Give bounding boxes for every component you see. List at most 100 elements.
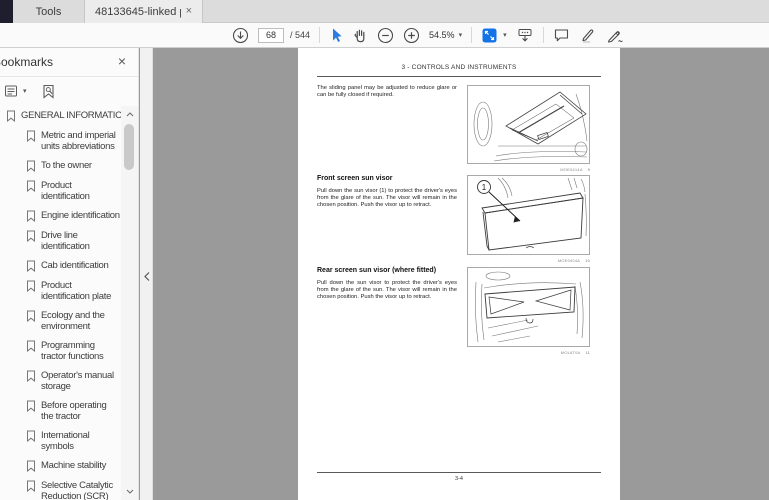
bookmark-item[interactable]: GENERAL INFORMATION: [0, 106, 121, 126]
bookmark-icon: [26, 160, 36, 172]
bookmark-item[interactable]: Ecology and the environment: [0, 306, 121, 336]
scroll-up-icon[interactable]: [121, 108, 138, 121]
bookmark-options-icon[interactable]: ▾: [4, 84, 27, 98]
figure-front-sun-visor: 1: [467, 175, 590, 255]
chevron-down-icon: ▾: [458, 32, 463, 39]
hand-tool-icon[interactable]: [352, 25, 368, 45]
bookmark-label: Cab identification: [41, 260, 109, 271]
toolbar-separator: [319, 27, 321, 43]
scrollbar-thumb[interactable]: [124, 124, 134, 170]
bookmark-label: International symbols: [41, 430, 90, 452]
front-visor-paragraph: Pull down the sun visor (1) to protect t…: [317, 188, 457, 209]
chevron-down-icon: ▾: [503, 32, 507, 39]
figure-rear-sun-visor: [467, 267, 590, 347]
toolbar-separator: [542, 27, 544, 43]
bookmark-label: To the owner: [41, 160, 92, 171]
fit-page-dropdown[interactable]: ▾: [481, 25, 507, 45]
zoom-level-dropdown[interactable]: 54.5% ▾: [429, 25, 462, 45]
bookmarks-header: Bookmarks ×: [0, 48, 138, 77]
bookmark-icon: [26, 310, 36, 332]
bookmark-icon: [26, 370, 36, 392]
bookmark-list: GENERAL INFORMATION Metric and imperial …: [0, 106, 121, 500]
figure-sliding-roof-panel: [467, 85, 590, 164]
bookmark-item[interactable]: Operator's manual storage: [0, 366, 121, 396]
bookmark-item[interactable]: Product identification: [0, 176, 121, 206]
tab-bar: Tools 48133645-linked pd... ×: [0, 0, 769, 23]
app-corner-fragment: [0, 0, 13, 23]
page-scroll-mode-icon[interactable]: [516, 25, 534, 45]
bookmark-label: Before operating the tractor: [41, 400, 107, 422]
chevron-down-icon: ▾: [23, 88, 27, 95]
zoom-in-icon[interactable]: [403, 25, 420, 45]
bookmark-label: Operator's manual storage: [41, 370, 114, 392]
bookmark-item[interactable]: Cab identification: [0, 256, 121, 276]
page-running-header: 3 - CONTROLS AND INSTRUMENTS: [401, 64, 517, 71]
select-tool-icon[interactable]: [329, 25, 343, 45]
zoom-out-icon[interactable]: [377, 25, 394, 45]
bookmark-label: Ecology and the environment: [41, 310, 105, 332]
bookmarks-scrollbar[interactable]: [121, 106, 138, 500]
comment-icon[interactable]: [553, 25, 570, 45]
footer-rule: [317, 472, 601, 473]
bookmark-item[interactable]: Selective Catalytic Reduction (SCR) syst…: [0, 476, 121, 500]
bookmark-item[interactable]: International symbols: [0, 426, 121, 456]
page-number-input[interactable]: 68: [258, 27, 284, 43]
figure-callout-1: 1: [482, 183, 487, 192]
bookmark-icon: [26, 430, 36, 452]
bookmark-label: Metric and imperial units abbreviations: [41, 130, 116, 152]
bookmark-icon: [26, 460, 36, 472]
bookmark-item[interactable]: Before operating the tractor: [0, 396, 121, 426]
bookmarks-toolbar: ▾: [0, 77, 138, 105]
bookmark-label: GENERAL INFORMATION: [21, 110, 121, 121]
bookmark-label: Selective Catalytic Reduction (SCR) syst…: [41, 480, 113, 500]
bookmark-label: Product identification: [41, 180, 90, 202]
acrobat-window: Tools 48133645-linked pd... × 68 / 544: [0, 0, 769, 500]
bookmarks-panel: Bookmarks × ▾ GENERAL INFORMATION Metric…: [0, 48, 139, 500]
bookmark-label: Programming tractor functions: [41, 340, 104, 362]
bookmark-label: Product identification plate: [41, 280, 112, 302]
bookmark-label: Engine identification: [41, 210, 120, 221]
bookmark-icon: [26, 230, 36, 252]
section-heading-rear-visor: Rear screen sun visor (where fitted): [317, 267, 437, 274]
highlighter-icon[interactable]: [579, 25, 597, 45]
page-number-footer: 3-4: [455, 476, 463, 482]
tab-document[interactable]: 48133645-linked pd... ×: [85, 0, 203, 23]
tab-close-icon[interactable]: ×: [186, 6, 192, 17]
fill-sign-icon[interactable]: [606, 25, 625, 45]
figure-caption: MOE0404A 10: [557, 258, 590, 263]
bookmark-icon: [26, 280, 36, 302]
bookmark-item[interactable]: Drive line identification: [0, 226, 121, 256]
intro-paragraph: The sliding panel may be adjusted to red…: [317, 85, 457, 99]
bookmark-item[interactable]: To the owner: [0, 156, 121, 176]
pdf-page: 3 - CONTROLS AND INSTRUMENTS The sliding…: [298, 48, 620, 500]
bookmark-item[interactable]: Machine stability: [0, 456, 121, 476]
rear-visor-paragraph: Pull down the sun visor to protect the d…: [317, 280, 457, 301]
panel-divider: [140, 48, 153, 500]
document-area[interactable]: 3 - CONTROLS AND INSTRUMENTS The sliding…: [153, 48, 769, 500]
header-rule: [317, 76, 601, 77]
figure-caption: MOE0414A 9: [560, 167, 590, 172]
bookmark-label: Drive line identification: [41, 230, 90, 252]
bookmark-label: Machine stability: [41, 460, 107, 471]
tab-document-label: 48133645-linked pd...: [95, 5, 181, 18]
download-icon[interactable]: [232, 25, 249, 45]
collapse-panel-icon[interactable]: [140, 264, 153, 288]
bookmark-item[interactable]: Programming tractor functions: [0, 336, 121, 366]
bookmark-item[interactable]: Engine identification: [0, 206, 121, 226]
bookmarks-close-icon[interactable]: ×: [118, 53, 126, 69]
scroll-down-icon[interactable]: [121, 485, 138, 498]
bookmarks-title: Bookmarks: [0, 55, 54, 69]
main-toolbar: 68 / 544 54.5% ▾ ▾: [0, 23, 769, 48]
tab-tools[interactable]: Tools: [13, 0, 85, 23]
bookmark-icon: [26, 210, 36, 222]
bookmark-item[interactable]: Metric and imperial units abbreviations: [0, 126, 121, 156]
section-heading-front-visor: Front screen sun visor: [317, 175, 393, 182]
bookmark-icon: [26, 130, 36, 152]
expand-current-bookmark-icon[interactable]: [41, 84, 57, 99]
bookmark-icon: [6, 110, 16, 122]
bookmark-item[interactable]: Product identification plate: [0, 276, 121, 306]
toolbar-separator: [471, 27, 473, 43]
bookmark-icon: [26, 340, 36, 362]
bookmark-icon: [26, 480, 36, 500]
page-total-label: / 544: [290, 30, 311, 40]
